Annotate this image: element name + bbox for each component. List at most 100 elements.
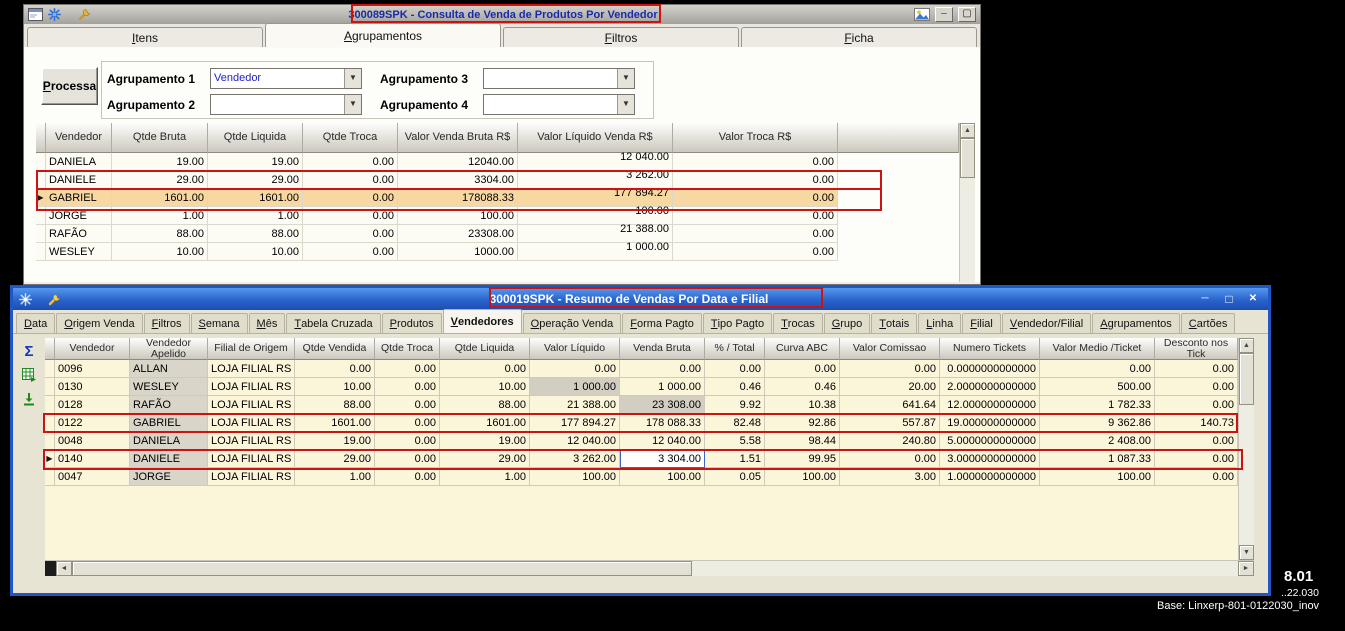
cell-curva-abc[interactable]: 10.38	[765, 396, 840, 414]
cell-valor-venda-bruta-r[interactable]: 178088.33	[398, 189, 518, 207]
cell-vendedor-apelido[interactable]: ALLAN	[130, 360, 208, 378]
cell-qtde-bruta[interactable]: 29.00	[112, 171, 208, 189]
col-qtde-bruta[interactable]: Qtde Bruta	[112, 123, 208, 153]
col-valor-l-quido-venda-r[interactable]: Valor Líquido Venda R$	[518, 123, 673, 153]
cell-filial-de-origem[interactable]: LOJA FILIAL RS	[208, 414, 295, 432]
cell-total[interactable]: 5.58	[705, 432, 765, 450]
agrupamento4-combo[interactable]	[483, 94, 635, 115]
cell-qtde-liquida[interactable]: 19.00	[440, 432, 530, 450]
cell-curva-abc[interactable]: 99.95	[765, 450, 840, 468]
tab-agrupamentos[interactable]: Agrupamentos	[265, 23, 501, 47]
cell-qtde-liquida[interactable]: 29.00	[440, 450, 530, 468]
cell-filial-de-origem[interactable]: LOJA FILIAL RS	[208, 396, 295, 414]
cell-qtde-bruta[interactable]: 19.00	[112, 153, 208, 171]
cell-qtde-vendida[interactable]: 1.00	[295, 468, 375, 486]
scroll-track[interactable]	[692, 561, 1238, 576]
tab-semana[interactable]: Semana	[190, 313, 248, 333]
cell-curva-abc[interactable]: 98.44	[765, 432, 840, 450]
cell-qtde-troca[interactable]: 0.00	[303, 189, 398, 207]
cell-qtde-liquida[interactable]: 10.00	[440, 378, 530, 396]
agrupamento2-combo[interactable]	[210, 94, 362, 115]
cell-desconto-nos-tick[interactable]: 0.00	[1155, 396, 1238, 414]
tab-filtros[interactable]: Filtros	[503, 27, 739, 47]
cell-valor-medio-ticket[interactable]: 2 408.00	[1040, 432, 1155, 450]
cell-venda-bruta[interactable]: 1 000.00	[620, 378, 705, 396]
scroll-left-icon[interactable]	[56, 561, 72, 576]
cell-venda-bruta[interactable]: 0.00	[620, 360, 705, 378]
scroll-track[interactable]	[1239, 405, 1254, 545]
cell-vendedor-apelido[interactable]: WESLEY	[130, 378, 208, 396]
cell-qtde-vendida[interactable]: 88.00	[295, 396, 375, 414]
cell-venda-bruta[interactable]: 178 088.33	[620, 414, 705, 432]
col-valor-troca-r[interactable]: Valor Troca R$	[673, 123, 838, 153]
cell-vendedor[interactable]: JORGE	[46, 207, 112, 225]
cell-qtde-liquida[interactable]: 88.00	[440, 396, 530, 414]
cell-valor-l-quido[interactable]: 0.00	[530, 360, 620, 378]
cell-qtde-liquida[interactable]: 1601.00	[208, 189, 303, 207]
tab-filtros[interactable]: Filtros	[143, 313, 190, 333]
chevron-down-icon[interactable]	[344, 69, 361, 88]
col-qtde-troca[interactable]: Qtde Troca	[375, 338, 440, 360]
tab-data[interactable]: Data	[16, 313, 56, 333]
cell-qtde-troca[interactable]: 0.00	[303, 225, 398, 243]
tab-produtos[interactable]: Produtos	[381, 313, 442, 333]
cell-qtde-vendida[interactable]: 0.00	[295, 360, 375, 378]
col-filial-de-origem[interactable]: Filial de Origem	[208, 338, 295, 360]
tab-linha[interactable]: Linha	[918, 313, 962, 333]
cell-curva-abc[interactable]: 92.86	[765, 414, 840, 432]
cell-vendedor-apelido[interactable]: RAFÃO	[130, 396, 208, 414]
cell-qtde-troca[interactable]: 0.00	[303, 153, 398, 171]
cell-valor-troca-r[interactable]: 0.00	[673, 189, 838, 207]
cell-filial-de-origem[interactable]: LOJA FILIAL RS	[208, 432, 295, 450]
col-qtde-liquida[interactable]: Qtde Liquida	[208, 123, 303, 153]
cell-qtde-liquida[interactable]: 1.00	[208, 207, 303, 225]
tab-opera-o-venda[interactable]: Operação Venda	[522, 313, 622, 333]
col-valor-venda-bruta-r[interactable]: Valor Venda Bruta R$	[398, 123, 518, 153]
cell-valor-medio-ticket[interactable]: 1 087.33	[1040, 450, 1155, 468]
cell-curva-abc[interactable]: 0.46	[765, 378, 840, 396]
row-wesley[interactable]: WESLEY 10.00 10.00 0.00 1000.00 1 000.00 0.00	[36, 241, 959, 261]
cell-valor-troca-r[interactable]: 0.00	[673, 225, 838, 243]
tab-grupo[interactable]: Grupo	[823, 313, 871, 333]
cell-valor-l-quido-venda-r[interactable]: 1 000.00	[518, 241, 673, 261]
cell-vendedor[interactable]: 0140	[55, 450, 130, 468]
cell-numero-tickets[interactable]: 5.0000000000000	[940, 432, 1040, 450]
cell-valor-troca-r[interactable]: 0.00	[673, 171, 838, 189]
cell-filial-de-origem[interactable]: LOJA FILIAL RS	[208, 450, 295, 468]
picture-icon[interactable]	[914, 8, 930, 21]
cell-valor-comissao[interactable]: 20.00	[840, 378, 940, 396]
cell-vendedor-apelido[interactable]: DANIELE	[130, 450, 208, 468]
processa-button[interactable]: Processa	[41, 67, 98, 105]
cell-qtde-liquida[interactable]: 1.00	[440, 468, 530, 486]
tab-tabela-cruzada[interactable]: Tabela Cruzada	[286, 313, 381, 333]
scroll-up-icon[interactable]	[1239, 338, 1254, 353]
cell-valor-medio-ticket[interactable]: 100.00	[1040, 468, 1155, 486]
cell-qtde-bruta[interactable]: 88.00	[112, 225, 208, 243]
tab-totais[interactable]: Totais	[871, 313, 918, 333]
cell-qtde-vendida[interactable]: 1601.00	[295, 414, 375, 432]
row-0128-raf-o[interactable]: 0128 RAFÃO LOJA FILIAL RS 88.00 0.00 88.00 21 …	[45, 396, 1238, 414]
tab-ficha[interactable]: Ficha	[741, 27, 977, 47]
cell-vendedor[interactable]: 0047	[55, 468, 130, 486]
cell-valor-medio-ticket[interactable]: 1 782.33	[1040, 396, 1155, 414]
cell-qtde-troca[interactable]: 0.00	[375, 360, 440, 378]
cell-filial-de-origem[interactable]: LOJA FILIAL RS	[208, 468, 295, 486]
cell-valor-troca-r[interactable]: 0.00	[673, 207, 838, 225]
col-vendedor[interactable]: Vendedor	[46, 123, 112, 153]
col-numero-tickets[interactable]: Numero Tickets	[940, 338, 1040, 360]
cell-valor-troca-r[interactable]: 0.00	[673, 153, 838, 171]
chevron-down-icon[interactable]	[344, 95, 361, 114]
cell-valor-troca-r[interactable]: 0.00	[673, 243, 838, 261]
cell-qtde-troca[interactable]: 0.00	[375, 396, 440, 414]
scroll-up-icon[interactable]	[960, 123, 975, 138]
cell-valor-comissao[interactable]: 641.64	[840, 396, 940, 414]
cell-valor-medio-ticket[interactable]: 500.00	[1040, 378, 1155, 396]
win1-vertical-scrollbar[interactable]	[959, 123, 975, 282]
cell-valor-venda-bruta-r[interactable]: 12040.00	[398, 153, 518, 171]
col-qtde-vendida[interactable]: Qtde Vendida	[295, 338, 375, 360]
tab-agrupamentos[interactable]: Agrupamentos	[1092, 313, 1180, 333]
cell-valor-l-quido[interactable]: 3 262.00	[530, 450, 620, 468]
chevron-down-icon[interactable]	[617, 69, 634, 88]
cell-qtde-bruta[interactable]: 1601.00	[112, 189, 208, 207]
scroll-thumb[interactable]	[1239, 353, 1254, 405]
